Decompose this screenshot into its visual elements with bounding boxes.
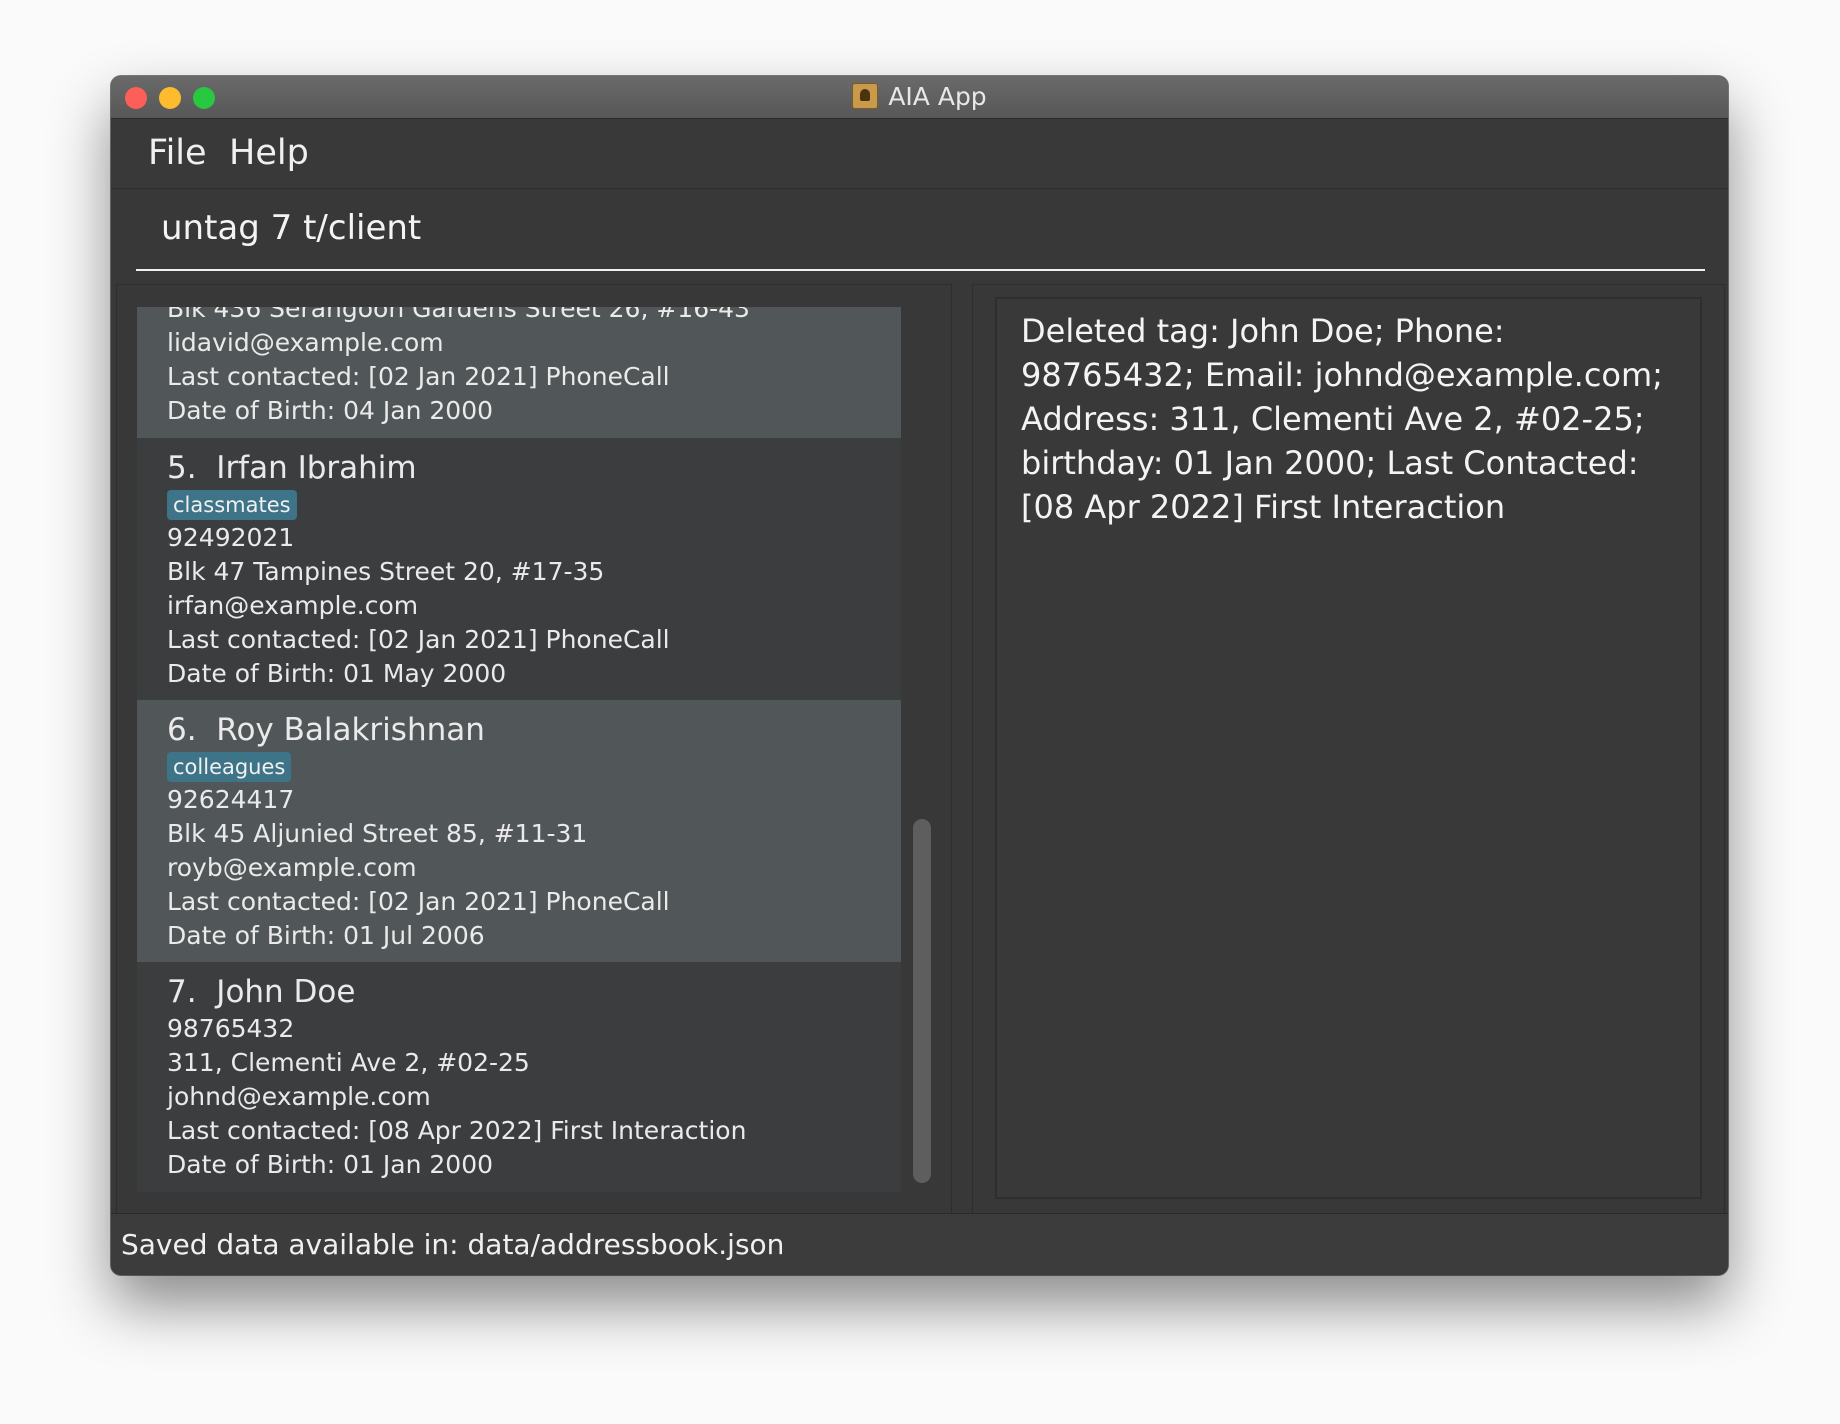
person-email: irfan@example.com [167,591,419,620]
person-card[interactable]: 7. John Doe 98765432 311, Clementi Ave 2… [137,962,901,1192]
result-panel: Deleted tag: John Doe; Phone: 98765432; … [972,284,1725,1215]
person-index: 5. [167,450,197,486]
person-name: 5. Irfan Ibrahim [167,448,901,488]
person-name: 6. Roy Balakrishnan [167,710,901,750]
tag-badge: classmates [167,490,297,520]
person-dob: Date of Birth: 01 Jan 2000 [167,1150,494,1179]
person-name: 7. John Doe [167,972,901,1012]
person-dob: Date of Birth: 01 May 2000 [167,659,507,688]
status-bar: Saved data available in: data/addressboo… [111,1213,1728,1275]
menu-help[interactable]: Help [229,119,309,188]
person-email: lidavid@example.com [167,328,444,357]
person-address: Blk 45 Aljunied Street 85, #11-31 [167,819,588,848]
title-bar: AIA App [111,76,1728,119]
list-scrollbar[interactable] [913,819,931,1183]
command-input[interactable] [136,189,1705,267]
window-title-text: AIA App [888,82,987,111]
person-card[interactable]: 5. Irfan Ibrahim classmates 92492021 Blk… [137,438,901,700]
person-address: Blk 436 Serangoon Gardens Street 26, #16… [167,307,750,323]
person-phone: 92624417 [167,785,295,814]
person-list-panel: Blk 436 Serangoon Gardens Street 26, #16… [116,284,952,1215]
person-phone: 92492021 [167,523,295,552]
person-address: 311, Clementi Ave 2, #02-25 [167,1048,530,1077]
tag-badge: colleagues [167,752,292,782]
person-index: 6. [167,712,197,748]
person-list[interactable]: Blk 436 Serangoon Gardens Street 26, #16… [137,307,901,1192]
person-card[interactable]: 6. Roy Balakrishnan colleagues 92624417 … [137,700,901,962]
person-address: Blk 47 Tampines Street 20, #17-35 [167,557,605,586]
person-last-contacted: Last contacted: [02 Jan 2021] PhoneCall [167,625,670,654]
menu-bar: File Help [111,119,1728,189]
result-display: Deleted tag: John Doe; Phone: 98765432; … [995,297,1702,1199]
person-index: 7. [167,974,197,1010]
person-dob: Date of Birth: 01 Jul 2006 [167,921,485,950]
address-book-icon [852,83,879,109]
person-name-text: Irfan Ibrahim [216,450,417,486]
result-text: Deleted tag: John Doe; Phone: 98765432; … [1021,312,1663,526]
person-last-contacted: Last contacted: [02 Jan 2021] PhoneCall [167,887,670,916]
menu-file[interactable]: File [148,119,207,188]
person-email: royb@example.com [167,853,417,882]
person-phone: 98765432 [167,1014,295,1043]
person-last-contacted: Last contacted: [08 Apr 2022] First Inte… [167,1116,747,1145]
person-name-text: Roy Balakrishnan [216,712,485,748]
person-last-contacted: Last contacted: [02 Jan 2021] PhoneCall [167,362,670,391]
status-text: Saved data available in: data/addressboo… [121,1228,785,1261]
person-dob: Date of Birth: 04 Jan 2000 [167,396,494,425]
window-title: AIA App [111,76,1728,118]
command-box [136,189,1705,271]
person-card[interactable]: Blk 436 Serangoon Gardens Street 26, #16… [137,307,901,438]
person-email: johnd@example.com [167,1082,431,1111]
person-name-text: John Doe [216,974,356,1010]
app-window: AIA App File Help Blk 436 Serangoon Gard… [111,76,1728,1275]
